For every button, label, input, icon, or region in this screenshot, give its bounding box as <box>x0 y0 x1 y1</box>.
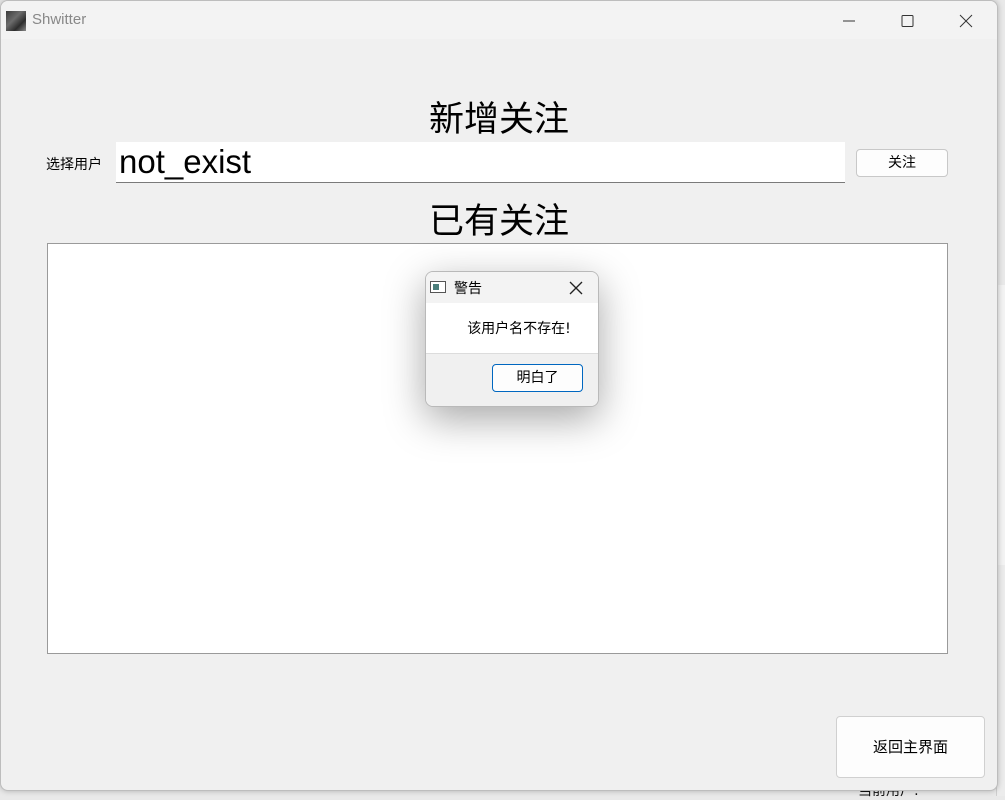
minimize-icon <box>843 20 855 22</box>
dialog-body: 该用户名不存在! <box>426 303 598 353</box>
close-button[interactable] <box>938 1 996 39</box>
back-to-main-button[interactable]: 返回主界面 <box>836 716 985 778</box>
dialog-close-button[interactable] <box>566 278 586 298</box>
window-title: Shwitter <box>32 11 87 28</box>
select-user-label: 选择用户 <box>46 157 102 173</box>
maximize-icon <box>901 15 914 27</box>
follow-button[interactable]: 关注 <box>856 149 948 177</box>
dialog-footer: 明白了 <box>426 353 598 406</box>
title-bar[interactable]: Shwitter <box>1 1 997 39</box>
username-input[interactable] <box>116 142 845 183</box>
dialog-title: 警告 <box>454 281 482 297</box>
dialog-app-icon <box>430 281 446 293</box>
dialog-message: 该用户名不存在! <box>467 321 571 337</box>
app-icon <box>6 11 26 31</box>
close-icon <box>959 14 973 28</box>
existing-follow-heading: 已有关注 <box>428 202 569 242</box>
maximize-button[interactable] <box>879 1 937 39</box>
minimize-button[interactable] <box>821 1 879 39</box>
dialog-title-bar[interactable]: 警告 <box>426 272 598 303</box>
close-icon <box>569 281 583 295</box>
dialog-ok-button[interactable]: 明白了 <box>492 364 583 392</box>
warning-dialog: 警告 该用户名不存在! 明白了 <box>425 271 599 407</box>
add-follow-heading: 新增关注 <box>428 100 569 140</box>
